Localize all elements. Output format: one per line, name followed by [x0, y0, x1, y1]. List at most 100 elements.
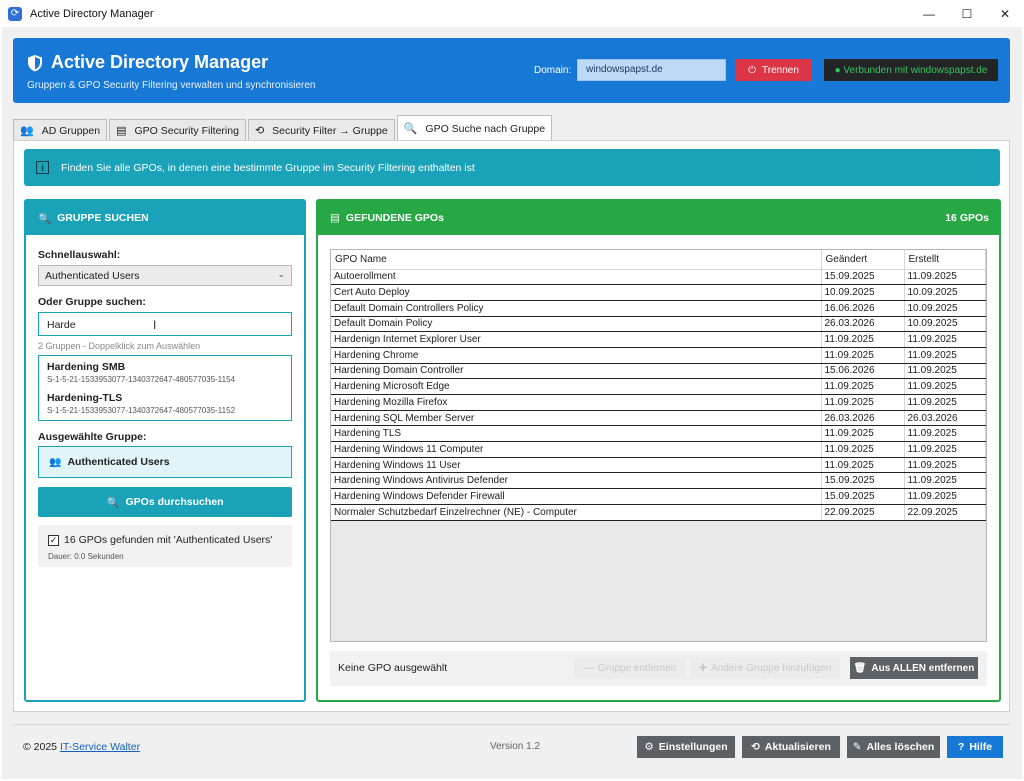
search-icon: 🔍 [106, 496, 120, 509]
trash-icon: 🗑 [853, 662, 867, 674]
modified-cell: 22.09.2025 [821, 504, 905, 521]
column-header-created[interactable]: Erstellt [904, 250, 986, 270]
table-row[interactable]: Hardening Mozilla Firefox 11.09.2025 11.09… [331, 394, 986, 411]
table-row[interactable]: Default Domain Policy 26.03.2026 10.09.202… [331, 316, 986, 333]
minimize-icon[interactable]: — [910, 0, 948, 27]
tab-gpo-security-filtering[interactable]: ▤ GPO Security Filtering [109, 119, 246, 141]
group-search-input[interactable]: Harde I [38, 312, 292, 336]
app-window: Active Directory Manager Gruppen & GPO S… [2, 27, 1022, 779]
table-row[interactable]: Hardening Windows Defender Firewall 15.09… [331, 488, 986, 505]
refresh-button[interactable]: ⟲ Aktualisieren [742, 736, 840, 758]
users-icon: 👥 [20, 125, 34, 137]
list-item[interactable]: Hardening SMB S-1-5-21-1533953077-134037… [39, 356, 291, 387]
shield-icon [28, 54, 42, 71]
search-hint: 2 Gruppen - Doppelklick zum Auswählen [38, 341, 201, 351]
table-row[interactable]: Hardening Windows 11 Computer 11.09.2025 1… [331, 441, 986, 458]
info-banner: i Finden Sie alle GPOs, in denen eine be… [24, 149, 1000, 186]
maximize-icon[interactable]: ☐ [948, 0, 986, 27]
window-title: Active Directory Manager [30, 7, 154, 20]
created-cell: 11.09.2025 [904, 347, 986, 364]
modified-cell: 11.09.2025 [821, 347, 905, 364]
app-header: Active Directory Manager Gruppen & GPO S… [13, 38, 1010, 103]
table-row[interactable]: Autoerollment 15.09.2025 11.09.2025 [331, 269, 986, 286]
plug-icon: ⏻ [748, 64, 757, 76]
gpo-name-cell: Autoerollment [331, 269, 822, 286]
disconnect-button[interactable]: ⏻ Trennen [735, 59, 812, 81]
sync-icon: ⟲ [254, 125, 265, 137]
chevron-down-icon: ⌄ [277, 269, 285, 279]
created-cell: 10.09.2025 [904, 316, 986, 333]
table-row[interactable]: Hardening TLS 11.09.2025 11.09.2025 [331, 425, 986, 443]
created-cell: 11.09.2025 [904, 488, 986, 505]
eraser-icon: ✎ [852, 741, 862, 753]
table-row[interactable]: Hardenign Internet Explorer User 11.09.20… [331, 331, 986, 348]
remove-from-all-button[interactable]: 🗑 Aus ALLEN entfernen [850, 657, 978, 679]
gpo-name-cell: Hardening Windows 11 Computer [331, 441, 822, 458]
gpo-name-cell: Normaler Schutzbedarf Einzelrechner (NE)… [331, 504, 822, 521]
column-header-modified[interactable]: Geändert [821, 250, 905, 270]
modified-cell: 11.09.2025 [821, 394, 905, 411]
header-subtitle: Gruppen & GPO Security Filtering verwalt… [27, 80, 316, 91]
quick-select-dropdown[interactable]: Authenticated Users ⌄ [38, 265, 292, 286]
search-icon: 🔍 [38, 212, 52, 225]
gpo-count: 16 GPOs [945, 212, 989, 224]
table-row[interactable]: Hardening Windows 11 User 11.09.2025 11.09… [331, 457, 986, 474]
created-cell: 11.09.2025 [904, 269, 986, 286]
gpo-name-cell: Hardening Chrome [331, 347, 822, 364]
help-button[interactable]: ? Hilfe [947, 736, 1003, 758]
created-cell: 11.09.2025 [904, 441, 986, 458]
minus-icon: — [583, 662, 594, 674]
tab-ad-groups[interactable]: 👥 AD Gruppen [13, 119, 108, 141]
table-row[interactable]: Default Domain Controllers Policy 16.06.2… [331, 300, 986, 317]
search-gpos-button[interactable]: 🔍 GPOs durchsuchen [38, 487, 292, 517]
modified-cell: 11.09.2025 [821, 441, 905, 458]
tab-security-filter-group[interactable]: ⟲ Security Filter → Gruppe [247, 119, 395, 141]
modified-cell: 15.09.2025 [821, 488, 905, 505]
domain-label: Domain: [534, 65, 572, 76]
table-row[interactable]: Normaler Schutzbedarf Einzelrechner (NE)… [331, 504, 986, 521]
modified-cell: 11.09.2025 [821, 331, 905, 348]
gpo-name-cell: Hardening Mozilla Firefox [331, 394, 822, 411]
created-cell: 11.09.2025 [904, 457, 986, 474]
window-controls: — ☐ ✕ [910, 0, 1024, 27]
list-item[interactable]: Hardening-TLS S-1-5-21-1533953077-134037… [39, 387, 291, 418]
users-icon: 👥 [49, 456, 62, 468]
table-row[interactable]: Hardening SQL Member Server 26.03.2026 26.… [331, 410, 986, 427]
company-link[interactable]: IT-Service Walter [60, 741, 140, 753]
created-cell: 11.09.2025 [904, 378, 986, 395]
tab-gpo-search-by-group[interactable]: 🔍 GPO Suche nach Gruppe [396, 115, 553, 141]
question-icon: ? [957, 741, 965, 753]
selected-group-label: Ausgewählte Gruppe: [38, 431, 147, 443]
close-icon[interactable]: ✕ [986, 0, 1024, 27]
table-row[interactable]: Hardening Chrome 11.09.2025 11.09.2025 [331, 347, 986, 364]
gpo-name-cell: Hardening SQL Member Server [331, 410, 822, 427]
table-row[interactable]: Cert Auto Deploy 10.09.2025 10.09.2025 [331, 284, 986, 301]
remove-group-button[interactable]: — Gruppe entfernen [574, 657, 686, 679]
add-other-group-button[interactable]: ✚ Andere Gruppe hinzufügen [690, 657, 840, 679]
modified-cell: 10.09.2025 [821, 284, 905, 301]
table-row[interactable]: Hardening Microsoft Edge 11.09.2025 11.09.… [331, 378, 986, 395]
column-header-name[interactable]: GPO Name [331, 250, 822, 270]
gpo-table: GPO Name Geändert Erstellt Autoerollment… [330, 249, 987, 642]
modified-cell: 15.09.2025 [821, 269, 905, 286]
header-title: Active Directory Manager [27, 52, 268, 73]
search-icon: 🔍 [403, 123, 418, 135]
gpo-name-cell: Hardening Microsoft Edge [331, 378, 822, 395]
created-cell: 11.09.2025 [904, 425, 986, 443]
settings-button[interactable]: ⚙ Einstellungen [637, 736, 735, 758]
gear-icon: ⚙ [644, 741, 654, 753]
found-gpos-header: ▤ GEFUNDENE GPOs 16 GPOs [318, 201, 999, 235]
domain-input[interactable]: windowspapst.de [577, 59, 726, 81]
modified-cell: 26.03.2026 [821, 410, 905, 427]
gpo-name-cell: Hardening Windows Antivirus Defender [331, 472, 822, 490]
created-cell: 10.09.2025 [904, 284, 986, 301]
table-row[interactable]: Hardening Domain Controller 15.06.2026 11.… [331, 363, 986, 380]
gpo-name-cell: Hardening Windows Defender Firewall [331, 488, 822, 505]
clear-all-button[interactable]: ✎ Alles löschen [847, 736, 940, 758]
gpo-name-cell: Hardening Windows 11 User [331, 457, 822, 474]
modified-cell: 15.09.2025 [821, 472, 905, 490]
group-search-header: 🔍 GRUPPE SUCHEN [26, 201, 304, 235]
document-icon: ▤ [330, 212, 340, 224]
table-row[interactable]: Hardening Windows Antivirus Defender 15.0… [331, 472, 986, 490]
tab-bar: 👥 AD Gruppen ▤ GPO Security Filtering ⟲ … [13, 115, 554, 141]
